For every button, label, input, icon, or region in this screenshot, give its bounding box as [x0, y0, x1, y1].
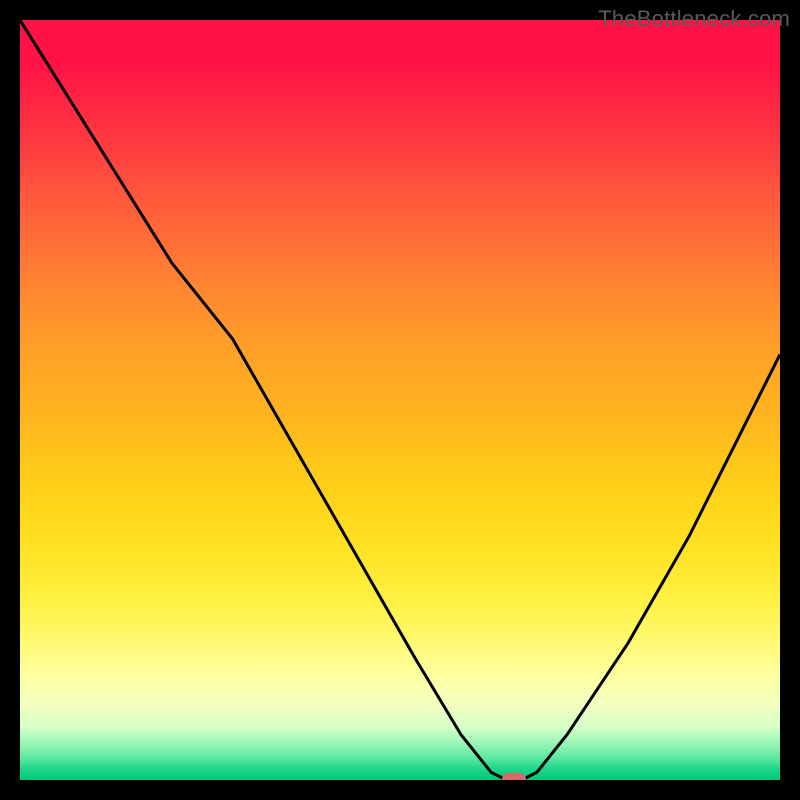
watermark-text: TheBottleneck.com — [598, 6, 790, 32]
bottleneck-curve — [20, 20, 780, 780]
plot-area — [20, 20, 780, 780]
curve-svg — [20, 20, 780, 780]
chart-container: TheBottleneck.com — [0, 0, 800, 800]
optimal-marker — [502, 773, 526, 780]
